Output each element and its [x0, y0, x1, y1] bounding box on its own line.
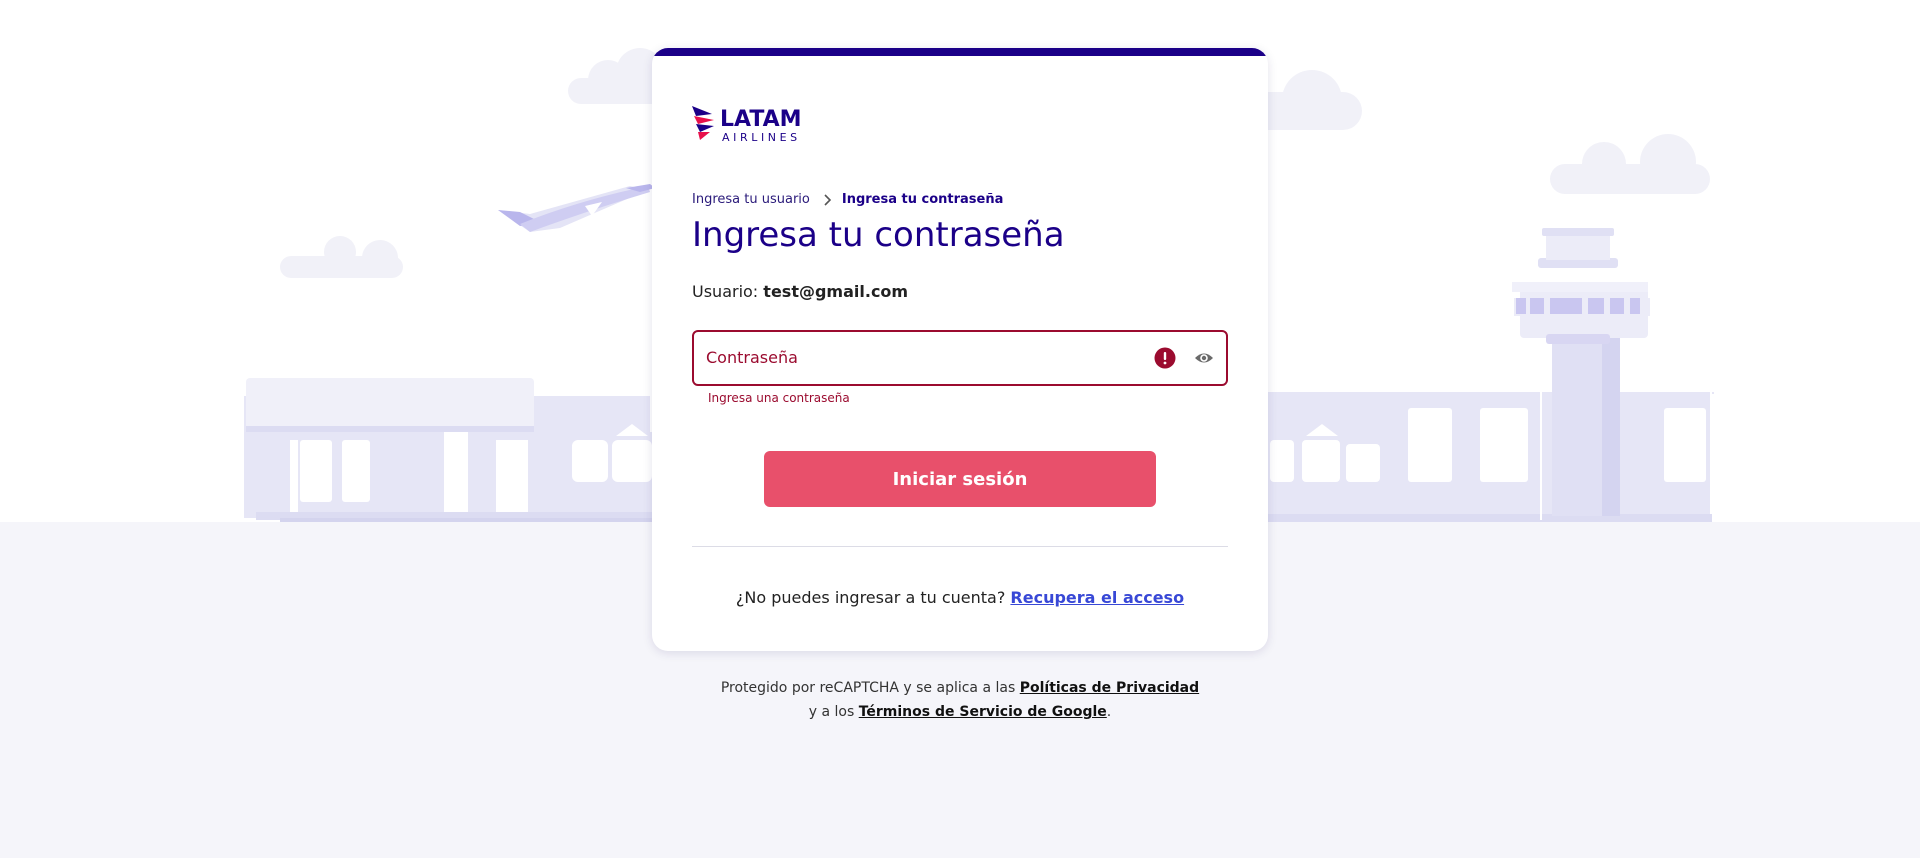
- user-info: Usuario: test@gmail.com: [692, 282, 908, 301]
- airplane-shape: [498, 184, 655, 232]
- divider: [692, 546, 1228, 547]
- logo-text-airlines: AIRLINES: [722, 131, 801, 144]
- recover-access-link[interactable]: Recupera el acceso: [1010, 588, 1184, 607]
- eye-icon[interactable]: [1194, 349, 1214, 371]
- latam-logo: LATAM AIRLINES: [692, 104, 820, 148]
- password-field[interactable]: Contraseña: [692, 330, 1228, 386]
- login-button[interactable]: Iniciar sesión: [764, 451, 1156, 507]
- recover-question: ¿No puedes ingresar a tu cuenta?: [735, 588, 1006, 607]
- password-input[interactable]: [694, 332, 1226, 384]
- user-label: Usuario:: [692, 282, 759, 301]
- terminal-right: [1268, 228, 1714, 522]
- breadcrumb: Ingresa tu usuario Ingresa tu contraseña: [692, 192, 1003, 207]
- recaptcha-prefix: Protegido por reCAPTCHA y se aplica a la…: [720, 680, 1016, 696]
- user-email: test@gmail.com: [763, 282, 909, 301]
- login-card: LATAM AIRLINES Ingresa tu usuario Ingres…: [652, 48, 1268, 651]
- terminal-left: [244, 378, 660, 522]
- recaptcha-notice: Protegido por reCAPTCHA y se aplica a la…: [720, 676, 1200, 724]
- page-title: Ingresa tu contraseña: [692, 215, 1065, 255]
- recaptcha-middle: y a los: [808, 704, 855, 720]
- recaptcha-suffix: .: [1106, 704, 1112, 720]
- chevron-right-icon: [824, 193, 832, 206]
- password-error-message: Ingresa una contraseña: [708, 391, 850, 405]
- breadcrumb-step-user[interactable]: Ingresa tu usuario: [692, 192, 810, 207]
- card-top-accent: [652, 48, 1268, 56]
- breadcrumb-step-password: Ingresa tu contraseña: [841, 192, 1004, 207]
- error-icon: [1154, 347, 1176, 373]
- privacy-policy-link[interactable]: Políticas de Privacidad: [1020, 680, 1199, 696]
- terms-of-service-link[interactable]: Términos de Servicio de Google: [859, 704, 1107, 720]
- logo-text-latam: LATAM: [720, 107, 802, 132]
- recover-access: ¿No puedes ingresar a tu cuenta? Recuper…: [652, 588, 1268, 607]
